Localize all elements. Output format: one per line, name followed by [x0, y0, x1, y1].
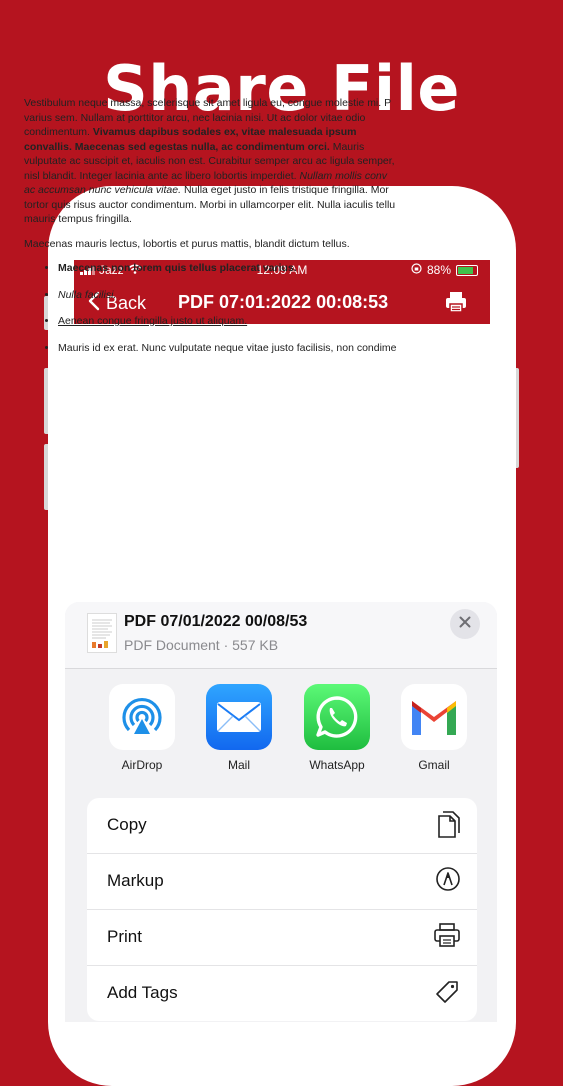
- markup-icon: [435, 866, 461, 897]
- action-add-tags[interactable]: Add Tags: [87, 966, 477, 1021]
- doc-line: Mauris: [332, 140, 365, 153]
- list-item: Nulla facilisi.: [58, 288, 444, 303]
- doc-line: Nulla eget justo in felis tristique frin…: [183, 184, 389, 196]
- document-paragraph-2: Maecenas mauris lectus, lobortis et puru…: [24, 237, 350, 250]
- bullet-text: Mauris id ex erat. Nunc vulputate neque …: [58, 341, 397, 354]
- doc-line: mauris tempus fringilla.: [24, 213, 132, 225]
- close-icon: [459, 615, 471, 633]
- document-content: Vestibulum neque massa, scelerisque sit …: [24, 96, 444, 367]
- doc-line: nisl blandit. Integer lacinia ante ac li…: [24, 169, 297, 182]
- document-paragraph-1: Vestibulum neque massa, scelerisque sit …: [24, 96, 444, 227]
- action-markup[interactable]: Markup: [87, 854, 477, 910]
- doc-italic-text: ac accumsan nunc vehicula vitae.: [24, 184, 182, 196]
- share-app-label: Mail: [227, 758, 250, 772]
- doc-line: tortor quis risus auctor condimentum. Mo…: [24, 198, 396, 211]
- share-app-label: WhatsApp: [309, 758, 365, 772]
- doc-bold-text: Vivamus dapibus sodales ex, vitae malesu…: [92, 126, 357, 138]
- doc-line: varius sem. Nullam at porttitor arcu, ne…: [24, 111, 366, 124]
- bullet-underlined-text: Aenean congue fringilla justo ut aliquam…: [58, 315, 248, 327]
- action-label: Copy: [107, 815, 147, 834]
- action-label: Markup: [107, 871, 164, 890]
- whatsapp-icon: [304, 684, 370, 750]
- action-label: Print: [107, 927, 142, 946]
- share-app-whatsapp[interactable]: WhatsApp: [297, 684, 377, 772]
- doc-line: Vestibulum neque massa, scelerisque sit …: [24, 97, 392, 109]
- close-button[interactable]: [450, 609, 480, 639]
- list-item: Aenean congue fringilla justo ut aliquam…: [58, 314, 444, 329]
- copy-icon: [435, 810, 461, 845]
- battery-icon: [456, 264, 478, 276]
- share-app-label: AirDrop: [121, 758, 163, 772]
- list-item: Maecenas non lorem quis tellus placerat …: [58, 261, 444, 276]
- shared-file-meta: PDF Document · 557 KB: [124, 637, 279, 653]
- share-app-airdrop[interactable]: AirDrop: [102, 684, 182, 772]
- share-app-mail[interactable]: Mail: [199, 684, 279, 772]
- shared-file-name: PDF 07/01/2022 00/08/53: [124, 613, 308, 630]
- gmail-icon: [401, 684, 467, 750]
- share-sheet-header: PDF 07/01/2022 00/08/53 PDF Document · 5…: [65, 602, 497, 669]
- doc-line: vulputate ac suscipit et, iaculis non es…: [24, 155, 395, 167]
- share-app-row: AirDrop Mail WhatsApp Gmail: [65, 684, 497, 784]
- bullet-bold-text: Maecenas non lorem quis tellus placerat …: [58, 262, 297, 274]
- action-label: Add Tags: [107, 983, 178, 1002]
- airdrop-icon: [109, 684, 175, 750]
- list-item: Mauris id ex erat. Nunc vulputate neque …: [58, 341, 444, 356]
- doc-line: condimentum.: [24, 126, 90, 138]
- pdf-thumbnail-icon: [87, 613, 117, 653]
- mail-icon: [206, 684, 272, 750]
- bullet-italic-text: Nulla facilisi.: [58, 288, 117, 301]
- action-print[interactable]: Print: [87, 910, 477, 966]
- share-sheet: PDF 07/01/2022 00/08/53 PDF Document · 5…: [65, 602, 497, 1022]
- action-copy[interactable]: Copy: [87, 798, 477, 854]
- share-app-label: Gmail: [418, 758, 450, 772]
- printer-icon: [433, 922, 461, 953]
- tag-icon: [433, 978, 461, 1011]
- share-app-gmail[interactable]: Gmail: [394, 684, 474, 772]
- doc-bold-text: convallis. Maecenas sed egestas nulla, a…: [24, 140, 330, 153]
- doc-italic-text: Nullam mollis conv: [299, 169, 388, 182]
- share-action-list: Copy Markup Print Add Tags: [87, 798, 477, 1021]
- document-bullet-list: Maecenas non lorem quis tellus placerat …: [24, 261, 444, 355]
- printer-icon[interactable]: [444, 290, 468, 319]
